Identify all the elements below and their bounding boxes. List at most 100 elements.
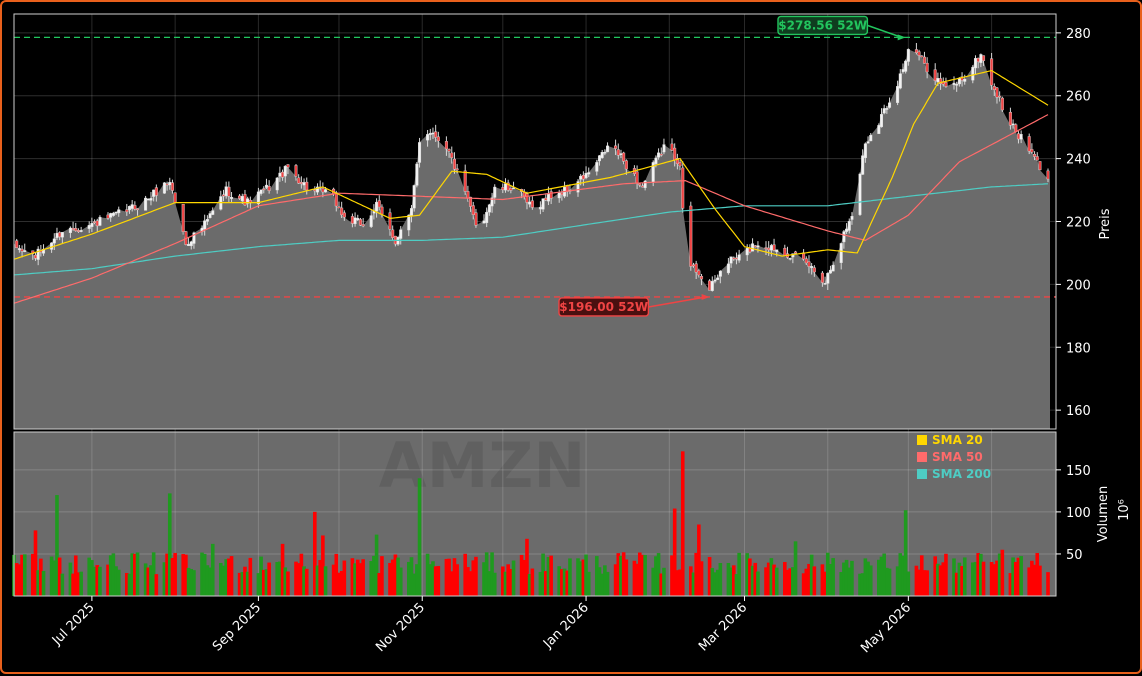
candle-down bbox=[922, 56, 926, 64]
candle-up bbox=[657, 152, 661, 158]
candle-down bbox=[501, 187, 505, 191]
candle-down bbox=[170, 182, 174, 191]
candle-up bbox=[896, 86, 900, 103]
candle-down bbox=[286, 164, 290, 168]
candle-down bbox=[15, 240, 19, 249]
candle-up bbox=[98, 216, 102, 226]
volume-bar bbox=[98, 566, 102, 596]
candle-down bbox=[76, 230, 80, 232]
candle-down bbox=[361, 224, 365, 227]
candle-up bbox=[208, 213, 212, 218]
candle-up bbox=[407, 214, 411, 231]
candle-down bbox=[659, 153, 663, 156]
candle-down bbox=[350, 216, 354, 224]
candle-up bbox=[828, 269, 832, 274]
volume-bar bbox=[699, 561, 704, 596]
candle-up bbox=[810, 266, 814, 269]
candle-down bbox=[125, 209, 129, 213]
candle-up bbox=[275, 177, 279, 191]
candle-up bbox=[775, 249, 779, 253]
candle-up bbox=[68, 227, 72, 233]
candle-down bbox=[1030, 149, 1034, 153]
candle-down bbox=[436, 136, 440, 142]
candle-down bbox=[313, 189, 317, 192]
candle-up bbox=[904, 60, 908, 72]
candle-down bbox=[734, 257, 738, 260]
candle-down bbox=[933, 69, 937, 81]
candle-down bbox=[136, 208, 140, 210]
price-tick-label: 260 bbox=[1066, 90, 1091, 105]
volume-bar bbox=[229, 556, 234, 596]
volume-bar bbox=[831, 558, 835, 596]
candle-up bbox=[283, 165, 287, 177]
candle-up bbox=[662, 144, 666, 153]
volume-bar bbox=[662, 567, 666, 596]
candle-down bbox=[678, 162, 682, 167]
volume-bar bbox=[511, 560, 516, 596]
volume-bar bbox=[1038, 565, 1042, 596]
candle-up bbox=[863, 143, 867, 159]
candle-up bbox=[493, 186, 497, 198]
candle-up bbox=[716, 277, 720, 280]
candle-down bbox=[297, 177, 301, 184]
candle-down bbox=[377, 200, 381, 208]
volume-bar bbox=[154, 574, 159, 596]
volume-bar bbox=[1019, 556, 1023, 596]
candle-down bbox=[812, 267, 816, 273]
candle-up bbox=[109, 213, 113, 218]
candle-down bbox=[95, 220, 99, 227]
volume-bar bbox=[248, 557, 253, 596]
candle-down bbox=[444, 141, 448, 150]
legend-item: SMA 20 bbox=[932, 433, 983, 447]
volume-bar bbox=[605, 571, 610, 596]
candle-down bbox=[560, 192, 564, 195]
candle-up bbox=[729, 256, 733, 264]
candle-down bbox=[920, 55, 924, 58]
candle-down bbox=[689, 205, 693, 267]
volume-bar bbox=[718, 563, 723, 596]
candle-up bbox=[726, 263, 730, 274]
candle-up bbox=[162, 182, 166, 194]
candle-up bbox=[114, 211, 118, 214]
candle-down bbox=[299, 182, 303, 184]
candle-up bbox=[482, 220, 486, 224]
volume-bar bbox=[436, 566, 441, 596]
candle-down bbox=[638, 183, 642, 186]
date-tick-label: Jul 2025 bbox=[49, 600, 98, 649]
candle-up bbox=[369, 215, 373, 227]
volume-bar bbox=[116, 569, 121, 596]
candle-down bbox=[455, 168, 459, 171]
candle-down bbox=[33, 254, 37, 259]
candle-down bbox=[976, 57, 980, 62]
candle-up bbox=[259, 189, 263, 194]
candle-down bbox=[342, 212, 346, 218]
volume-bar bbox=[135, 552, 140, 596]
candle-up bbox=[111, 212, 115, 216]
candle-up bbox=[826, 272, 830, 284]
candle-down bbox=[998, 95, 1002, 98]
legend-swatch bbox=[917, 435, 927, 445]
candle-up bbox=[353, 217, 357, 225]
candle-down bbox=[995, 87, 999, 98]
candle-up bbox=[737, 254, 741, 261]
volume-bar bbox=[79, 571, 83, 596]
volume-bar bbox=[643, 554, 647, 596]
candle-up bbox=[957, 78, 961, 85]
candle-up bbox=[356, 218, 360, 221]
candle-up bbox=[756, 245, 760, 248]
candle-up bbox=[17, 248, 21, 250]
candle-down bbox=[670, 143, 674, 151]
candle-down bbox=[681, 167, 685, 209]
candle-up bbox=[87, 225, 91, 229]
candle-down bbox=[337, 206, 341, 209]
candle-up bbox=[587, 172, 591, 175]
volume-bar bbox=[868, 565, 873, 596]
candle-down bbox=[1016, 133, 1020, 140]
candle-up bbox=[187, 244, 191, 247]
candle-up bbox=[973, 58, 977, 69]
candle-down bbox=[1000, 97, 1004, 111]
candle-up bbox=[745, 247, 749, 256]
candle-down bbox=[74, 228, 78, 232]
candle-up bbox=[60, 232, 64, 238]
volume-bar bbox=[304, 568, 309, 596]
